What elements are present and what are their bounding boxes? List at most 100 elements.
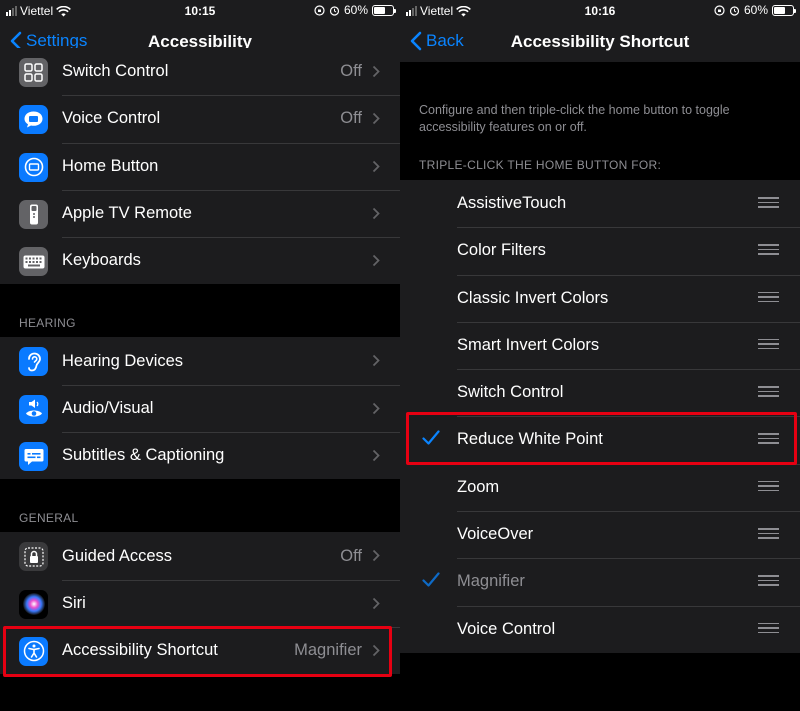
row-siri[interactable]: Siri xyxy=(0,579,400,627)
row-label: Guided Access xyxy=(62,546,173,565)
shortcut-option-label: Voice Control xyxy=(457,619,556,638)
row-label: Audio/Visual xyxy=(62,398,154,417)
shortcut-option-row[interactable]: Reduce White Point xyxy=(400,416,800,463)
row-subtitles-captioning[interactable]: Subtitles & Captioning xyxy=(0,432,400,479)
audio-visual-icon xyxy=(19,394,48,424)
shortcut-option-row[interactable]: VoiceOver xyxy=(400,511,800,558)
chevron-right-icon xyxy=(372,65,380,78)
accessibility-shortcut-screen: Viettel 10:16 60% Back Accessibility Sho… xyxy=(400,0,800,711)
row-label: Keyboards xyxy=(62,251,141,270)
reorder-handle-icon[interactable] xyxy=(758,528,779,542)
reorder-handle-icon[interactable] xyxy=(758,197,779,211)
rotation-lock-icon xyxy=(314,4,325,16)
row-keyboards[interactable]: Keyboards xyxy=(0,237,400,284)
battery-percent: 60% xyxy=(743,3,768,17)
alarm-icon xyxy=(729,5,740,16)
chevron-right-icon xyxy=(372,550,380,562)
reorder-handle-icon[interactable] xyxy=(758,386,779,400)
chevron-right-icon xyxy=(372,113,380,125)
chevron-right-icon xyxy=(372,355,380,367)
reorder-handle-icon[interactable] xyxy=(758,575,779,589)
chevron-right-icon xyxy=(372,597,380,609)
chevron-right-icon xyxy=(372,402,380,414)
description-text: Configure and then triple-click the home… xyxy=(419,103,730,134)
row-label: Siri xyxy=(62,593,86,612)
section-header-label: HEARING xyxy=(19,316,76,331)
back-button[interactable]: Back xyxy=(410,31,464,51)
home-button-icon xyxy=(19,152,48,182)
siri-icon xyxy=(19,589,48,619)
row-label: Switch Control xyxy=(62,62,169,81)
battery-icon xyxy=(772,4,796,16)
shortcut-option-label: Color Filters xyxy=(457,241,546,260)
chevron-right-icon xyxy=(372,644,380,657)
row-audio-visual[interactable]: Audio/Visual xyxy=(0,384,400,432)
shortcut-option-row[interactable]: Magnifier xyxy=(400,558,800,605)
shortcut-option-label: Reduce White Point xyxy=(457,430,603,449)
reorder-handle-icon[interactable] xyxy=(758,622,779,637)
shortcut-option-row[interactable]: Voice Control xyxy=(400,605,800,653)
accessibility-screen: Viettel 10:15 60% Settings Accessibility… xyxy=(0,0,400,711)
chevron-right-icon xyxy=(372,160,380,172)
general-group: Guided Access Off Siri Accessibility Sho… xyxy=(0,532,400,675)
status-right: 60% xyxy=(714,3,796,17)
row-guided-access[interactable]: Guided Access Off xyxy=(0,532,400,579)
row-value: Magnifier xyxy=(294,641,362,660)
physical-motor-group: Switch Control Off Voice Control Off Hom… xyxy=(0,48,400,285)
row-switch-control[interactable]: Switch Control Off xyxy=(0,48,400,95)
reorder-handle-icon[interactable] xyxy=(758,244,779,258)
status-bar: Viettel 10:15 60% xyxy=(0,0,400,22)
reorder-handle-icon[interactable] xyxy=(758,338,779,353)
shortcut-option-label: Magnifier xyxy=(457,572,525,591)
hearing-group: Hearing Devices Audio/Visual Subtitles &… xyxy=(0,337,400,480)
shortcut-option-row[interactable]: AssistiveTouch xyxy=(400,180,800,227)
keyboard-icon xyxy=(19,247,48,277)
status-bar: Viettel 10:16 60% xyxy=(400,0,800,22)
shortcut-options-list: AssistiveTouch Color Filters Classic Inver… xyxy=(400,180,800,653)
shortcut-option-label: AssistiveTouch xyxy=(457,194,567,212)
chevron-right-icon xyxy=(372,449,380,462)
shortcut-option-row[interactable]: Switch Control xyxy=(400,369,800,416)
row-label: Subtitles & Captioning xyxy=(62,446,225,465)
checkmark-icon xyxy=(422,430,440,446)
voice-control-icon xyxy=(19,105,48,135)
row-value: Off xyxy=(340,62,362,81)
row-accessibility-shortcut[interactable]: Accessibility Shortcut Magnifier xyxy=(0,626,400,674)
shortcut-option-label: Zoom xyxy=(457,477,500,496)
shortcut-option-label: VoiceOver xyxy=(457,525,534,544)
ear-icon xyxy=(19,347,48,377)
row-label: Apple TV Remote xyxy=(62,204,192,223)
chevron-right-icon xyxy=(372,255,380,267)
reorder-handle-icon[interactable] xyxy=(758,433,779,447)
row-apple-tv-remote[interactable]: Apple TV Remote xyxy=(0,189,400,237)
shortcut-option-row[interactable]: Zoom xyxy=(400,463,800,511)
row-hearing-devices[interactable]: Hearing Devices xyxy=(0,337,400,384)
back-button-label: Back xyxy=(426,31,464,50)
checkmark-icon xyxy=(422,572,440,587)
settings-list: Switch Control Off Voice Control Off Hom… xyxy=(0,48,400,711)
row-label: Home Button xyxy=(62,156,159,175)
row-value: Off xyxy=(340,546,362,565)
battery-icon xyxy=(372,4,396,16)
shortcut-option-row[interactable]: Classic Invert Colors xyxy=(400,274,800,322)
switch-control-icon xyxy=(19,58,48,87)
section-header-general: GENERAL xyxy=(0,479,400,533)
section-header-triple-click: TRIPLE-CLICK THE HOME BUTTON FOR: xyxy=(419,158,662,172)
accessibility-icon xyxy=(19,636,48,666)
shortcut-option-row[interactable]: Color Filters xyxy=(400,227,800,274)
chevron-right-icon xyxy=(372,207,380,220)
status-right: 60% xyxy=(314,3,396,17)
row-label: Hearing Devices xyxy=(62,351,184,370)
shortcut-list-area: Configure and then triple-click the home… xyxy=(400,62,800,711)
shortcut-option-label: Smart Invert Colors xyxy=(457,335,600,354)
shortcut-option-row[interactable]: Smart Invert Colors xyxy=(400,321,800,369)
chevron-left-icon xyxy=(410,31,422,51)
row-label: Voice Control xyxy=(62,109,161,128)
row-home-button[interactable]: Home Button xyxy=(0,142,400,190)
reorder-handle-icon[interactable] xyxy=(758,291,779,306)
reorder-handle-icon[interactable] xyxy=(758,480,779,495)
row-label: Accessibility Shortcut xyxy=(62,641,218,660)
lock-icon xyxy=(19,542,48,572)
alarm-icon xyxy=(329,5,340,16)
row-voice-control[interactable]: Voice Control Off xyxy=(0,95,400,142)
